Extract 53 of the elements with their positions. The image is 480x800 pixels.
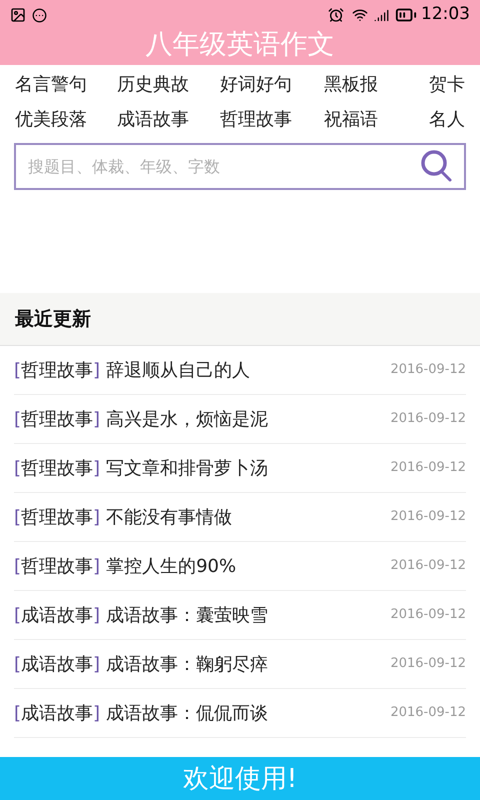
article-date: 2016-09-12 [390, 410, 466, 428]
article-date: 2016-09-12 [390, 361, 466, 380]
article-row[interactable]: [哲理故事] 掌控人生的90% 2016-09-12 [14, 542, 466, 591]
image-icon [10, 7, 26, 23]
article-tag: [哲理故事] [14, 504, 100, 530]
more-icon [32, 8, 47, 22]
article-row[interactable]: [成语故事] 成语故事：囊萤映雪 2016-09-12 [14, 591, 466, 640]
category-link[interactable]: 优美段落 [15, 106, 87, 133]
section-title: 最近更新 [15, 306, 91, 332]
category-link[interactable]: 祝福语 [324, 106, 378, 133]
article-tag: [成语故事] [14, 700, 100, 726]
category-link[interactable]: 贺卡 [429, 71, 465, 98]
article-tag: [哲理故事] [14, 454, 100, 482]
article-date: 2016-09-12 [390, 557, 466, 576]
article-tag: [哲理故事] [14, 552, 100, 580]
article-title: 辞退顺从自己的人 [106, 358, 252, 382]
category-link[interactable]: 黑板报 [324, 71, 378, 98]
category-link[interactable]: 名言警句 [15, 71, 87, 98]
article-tag: [成语故事] [14, 602, 100, 628]
article-title: 成语故事：鞠躬尽瘁 [106, 652, 270, 676]
article-tag: [哲理故事] [14, 406, 100, 432]
article-row[interactable]: [哲理故事] 写文章和排骨萝卜汤 2016-09-12 [14, 444, 466, 493]
article-row[interactable]: [哲理故事] 辞退顺从自己的人 2016-09-12 [14, 346, 466, 395]
banner-text: 欢迎使用! [182, 766, 298, 792]
article-title: 写文章和排骨萝卜汤 [106, 456, 270, 480]
category-link[interactable]: 名人 [429, 106, 465, 133]
category-link[interactable]: 好词好句 [220, 71, 292, 98]
category-link[interactable]: 成语故事 [117, 106, 189, 133]
article-row[interactable]: [哲理故事] 高兴是水，烦恼是泥 2016-09-12 [14, 395, 466, 444]
article-date: 2016-09-12 [390, 459, 466, 478]
article-title: 掌控人生的90% [106, 554, 238, 578]
article-date: 2016-09-12 [390, 606, 466, 624]
article-row[interactable]: [哲理故事] 不能没有事情做 2016-09-12 [14, 493, 466, 542]
article-row[interactable]: [成语故事] 成语故事：侃侃而谈 2016-09-12 [14, 689, 466, 738]
article-title: 成语故事：囊萤映雪 [106, 604, 270, 628]
article-date: 2016-09-12 [390, 508, 466, 526]
status-time: 12:03 [421, 3, 470, 26]
alarm-icon [328, 7, 344, 23]
search-icon[interactable] [420, 149, 454, 183]
signal-icon [374, 8, 389, 22]
article-tag: [成语故事] [14, 650, 100, 678]
category-link[interactable]: 哲理故事 [220, 106, 292, 133]
article-tag: [哲理故事] [14, 356, 100, 384]
article-title: 成语故事：侃侃而谈 [106, 702, 270, 726]
article-title: 高兴是水，烦恼是泥 [106, 408, 270, 432]
article-date: 2016-09-12 [390, 655, 466, 674]
app-title: 八年级英语作文 [146, 31, 334, 58]
article-row[interactable]: [成语故事] 成语故事：鞠躬尽瘁 2016-09-12 [14, 640, 466, 689]
search-field[interactable]: 搜题目、体裁、年级、字数 [14, 143, 466, 190]
article-date: 2016-09-12 [390, 704, 466, 722]
category-link[interactable]: 历史典故 [117, 71, 189, 98]
wifi-icon [352, 7, 368, 23]
article-title: 不能没有事情做 [106, 506, 234, 530]
